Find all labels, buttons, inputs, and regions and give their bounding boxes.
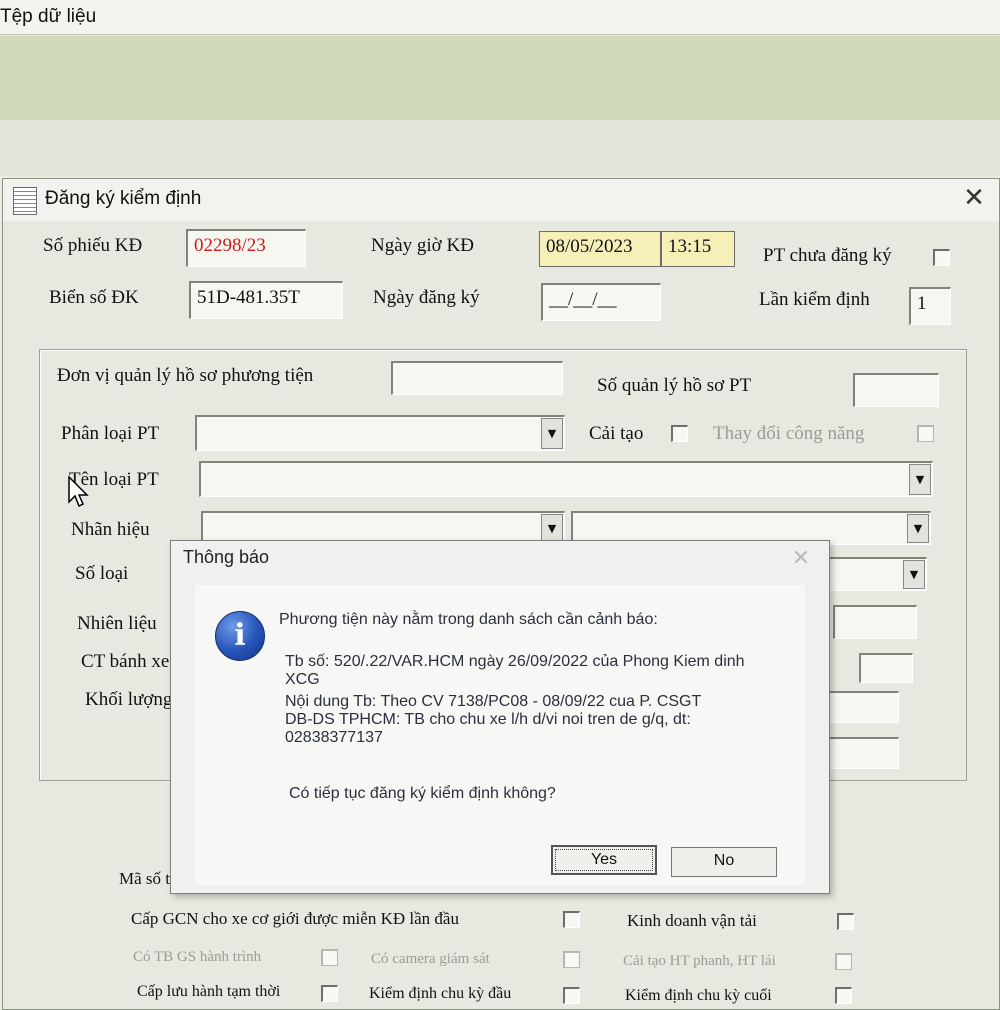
ngay-dang-ky-label: Ngày đăng ký bbox=[373, 287, 480, 308]
info-icon: i bbox=[215, 611, 265, 661]
nhan-hieu-label: Nhãn hiệu bbox=[71, 519, 150, 540]
chevron-down-icon[interactable]: ▼ bbox=[909, 464, 931, 495]
cai-tao-label: Cải tạo bbox=[589, 423, 644, 444]
co-tb-label: Có TB GS hành trình bbox=[133, 949, 262, 965]
don-vi-field[interactable] bbox=[391, 361, 563, 395]
cap-luu-hanh-checkbox[interactable] bbox=[321, 985, 338, 1002]
kinh-doanh-label: Kinh doanh vận tải bbox=[627, 911, 757, 930]
ten-loai-combo[interactable]: ▼ bbox=[199, 461, 933, 497]
dialog-message-line-5: DB-DS TPHCM: TB cho chu xe l/h d/vi noi … bbox=[285, 711, 691, 728]
so-phieu-field[interactable]: 02298/23 bbox=[186, 229, 306, 267]
bien-so-field[interactable]: 51D-481.35T bbox=[189, 281, 343, 319]
dialog-message-line-2: Tb số: 520/.22/VAR.HCM ngày 26/09/2022 c… bbox=[285, 653, 745, 670]
co-tb-checkbox[interactable] bbox=[321, 949, 338, 966]
ngay-dang-ky-field[interactable]: __/__/__ bbox=[541, 283, 661, 321]
thay-doi-checkbox[interactable] bbox=[917, 425, 934, 442]
cai-tao-ht-label: Cải tạo HT phanh, HT lái bbox=[623, 953, 776, 969]
warning-dialog: Thông báo ✕ i Phương tiện này nằm trong … bbox=[170, 540, 830, 894]
so-loai-label: Số loại bbox=[75, 563, 129, 584]
kiem-dinh-dau-label: Kiểm định chu kỳ đầu bbox=[369, 985, 512, 1002]
cap-gcn-checkbox[interactable] bbox=[563, 911, 580, 928]
phan-loai-label: Phân loại PT bbox=[61, 423, 160, 444]
mouse-cursor-icon bbox=[68, 476, 89, 508]
close-icon[interactable]: ✕ bbox=[959, 183, 989, 213]
don-vi-label: Đơn vị quản lý hồ sơ phương tiện bbox=[57, 365, 314, 386]
dialog-body: i Phương tiện này nằm trong danh sách cầ… bbox=[195, 585, 805, 885]
chevron-down-icon[interactable]: ▼ bbox=[541, 514, 563, 543]
cap-luu-hanh-label: Cấp lưu hành tạm thời bbox=[137, 983, 281, 1000]
chevron-down-icon[interactable]: ▼ bbox=[907, 514, 929, 543]
cai-tao-ht-checkbox[interactable] bbox=[835, 953, 852, 970]
dialog-question: Có tiếp tục đăng ký kiểm định không? bbox=[289, 785, 556, 802]
dialog-title: Thông báo bbox=[183, 547, 270, 567]
yes-button[interactable]: Yes bbox=[551, 845, 657, 875]
so-phieu-label: Số phiếu KĐ bbox=[43, 235, 143, 256]
gio-kd-field[interactable]: 13:15 bbox=[661, 231, 735, 267]
lan-kiem-dinh-label: Lần kiểm định bbox=[759, 289, 870, 310]
pt-chua-dk-checkbox[interactable] bbox=[933, 249, 950, 266]
chevron-down-icon[interactable]: ▼ bbox=[903, 560, 925, 589]
nhien-lieu-label: Nhiên liệu bbox=[77, 613, 157, 634]
bien-so-label: Biển số ĐK bbox=[49, 287, 139, 308]
cai-tao-checkbox[interactable] bbox=[671, 425, 688, 442]
ct-banh-xe-label: CT bánh xe bbox=[81, 651, 170, 672]
kiem-dinh-cuoi-label: Kiểm định chu kỳ cuối bbox=[625, 987, 772, 1004]
chevron-down-icon[interactable]: ▼ bbox=[541, 418, 563, 449]
ct-banh-xe-field[interactable] bbox=[859, 653, 913, 683]
dialog-message-line-4: Nội dung Tb: Theo CV 7138/PC08 - 08/09/2… bbox=[285, 693, 702, 710]
menu-bar: Tệp dữ liệu bbox=[0, 0, 1000, 35]
workspace-background bbox=[0, 120, 1000, 176]
nhien-lieu-field[interactable] bbox=[833, 605, 917, 639]
no-button[interactable]: No bbox=[671, 847, 777, 877]
co-camera-checkbox[interactable] bbox=[563, 951, 580, 968]
co-camera-label: Có camera giám sát bbox=[371, 951, 490, 967]
dialog-message-line-6: 02838377137 bbox=[285, 729, 383, 746]
toolbar-area bbox=[0, 36, 1000, 120]
pt-chua-dk-label: PT chưa đăng ký bbox=[763, 245, 892, 266]
so-ql-ho-so-label: Số quản lý hồ sơ PT bbox=[597, 375, 752, 396]
menu-item-data[interactable]: Tệp dữ liệu bbox=[0, 6, 96, 28]
lan-kiem-dinh-field[interactable]: 1 bbox=[909, 287, 951, 325]
so-ql-ho-so-field[interactable] bbox=[853, 373, 939, 407]
form-titlebar: Đăng ký kiểm định ✕ bbox=[3, 179, 999, 221]
ngay-gio-label: Ngày giờ KĐ bbox=[371, 235, 474, 256]
notebook-icon bbox=[13, 187, 37, 215]
cap-gcn-label: Cấp GCN cho xe cơ giới được miễn KĐ lần … bbox=[131, 909, 459, 928]
form-title: Đăng ký kiểm định bbox=[45, 188, 202, 209]
ngay-kd-field[interactable]: 08/05/2023 bbox=[539, 231, 661, 267]
close-icon[interactable]: ✕ bbox=[787, 545, 815, 573]
dialog-message-line-3: XCG bbox=[285, 671, 320, 688]
thay-doi-label: Thay đổi công năng bbox=[713, 423, 865, 444]
kinh-doanh-checkbox[interactable] bbox=[837, 913, 854, 930]
kiem-dinh-dau-checkbox[interactable] bbox=[563, 987, 580, 1004]
phan-loai-combo[interactable]: ▼ bbox=[195, 415, 565, 451]
kiem-dinh-cuoi-checkbox[interactable] bbox=[835, 987, 852, 1004]
dialog-message-line-1: Phương tiện này nằm trong danh sách cần … bbox=[279, 611, 658, 628]
